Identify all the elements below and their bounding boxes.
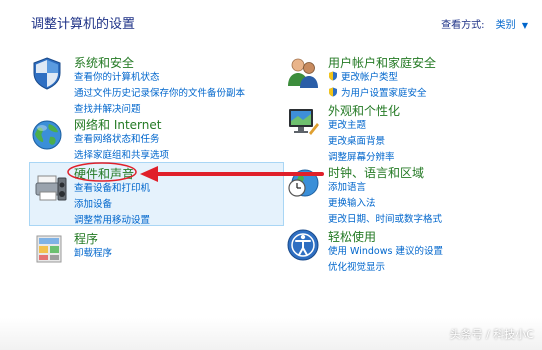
- link-optimize-display[interactable]: 优化视觉显示: [328, 258, 443, 274]
- link-add-device[interactable]: 添加设备: [74, 195, 150, 211]
- link-date-time-format[interactable]: 更改日期、时间或数字格式: [328, 210, 442, 226]
- link-label: 为用户设置家庭安全: [341, 88, 427, 99]
- monitor-brush-icon: [289, 109, 319, 135]
- globe-network-icon: [32, 120, 62, 150]
- programs-icon: [36, 235, 62, 263]
- chevron-down-icon[interactable]: ▼: [522, 21, 528, 30]
- link-troubleshoot[interactable]: 查找并解决问题: [74, 100, 245, 116]
- link-view-network-status[interactable]: 查看网络状态和任务: [74, 130, 169, 146]
- view-by: 查看方式: 类别 ▼: [441, 16, 528, 31]
- link-view-computer-status[interactable]: 查看你的计算机状态: [74, 68, 245, 84]
- link-family-safety[interactable]: 为用户设置家庭安全: [328, 84, 427, 100]
- link-devices-printers[interactable]: 查看设备和打印机: [74, 179, 150, 195]
- link-desktop-background[interactable]: 更改桌面背景: [328, 132, 395, 148]
- link-homegroup-sharing[interactable]: 选择家庭组和共享选项: [74, 146, 169, 162]
- page-title: 调整计算机的设置: [31, 17, 136, 32]
- link-uninstall-program[interactable]: 卸载程序: [74, 244, 112, 260]
- view-by-label: 查看方式:: [441, 20, 485, 31]
- watermark: 头条号 / 科技小C: [449, 328, 534, 341]
- users-icon: [288, 58, 318, 88]
- uac-shield-icon: [329, 71, 337, 81]
- uac-shield-icon: [329, 87, 337, 97]
- link-file-history-backup[interactable]: 通过文件历史记录保存你的文件备份副本: [74, 84, 245, 100]
- ease-of-access-icon: [287, 229, 319, 261]
- shield-icon: [33, 57, 61, 90]
- view-by-dropdown[interactable]: 类别: [496, 20, 516, 31]
- link-screen-resolution[interactable]: 调整屏幕分辨率: [328, 148, 395, 164]
- link-change-theme[interactable]: 更改主题: [328, 116, 395, 132]
- link-recommended-settings[interactable]: 使用 Windows 建议的设置: [328, 242, 443, 258]
- link-label: 更改帐户类型: [341, 72, 399, 83]
- link-change-input-method[interactable]: 更换输入法: [328, 194, 442, 210]
- clock-globe-icon: [288, 169, 319, 197]
- link-mobility-settings[interactable]: 调整常用移动设置: [74, 211, 150, 227]
- link-change-account-type[interactable]: 更改帐户类型: [328, 68, 427, 84]
- link-add-language[interactable]: 添加语言: [328, 178, 442, 194]
- printer-speaker-icon: [35, 175, 67, 201]
